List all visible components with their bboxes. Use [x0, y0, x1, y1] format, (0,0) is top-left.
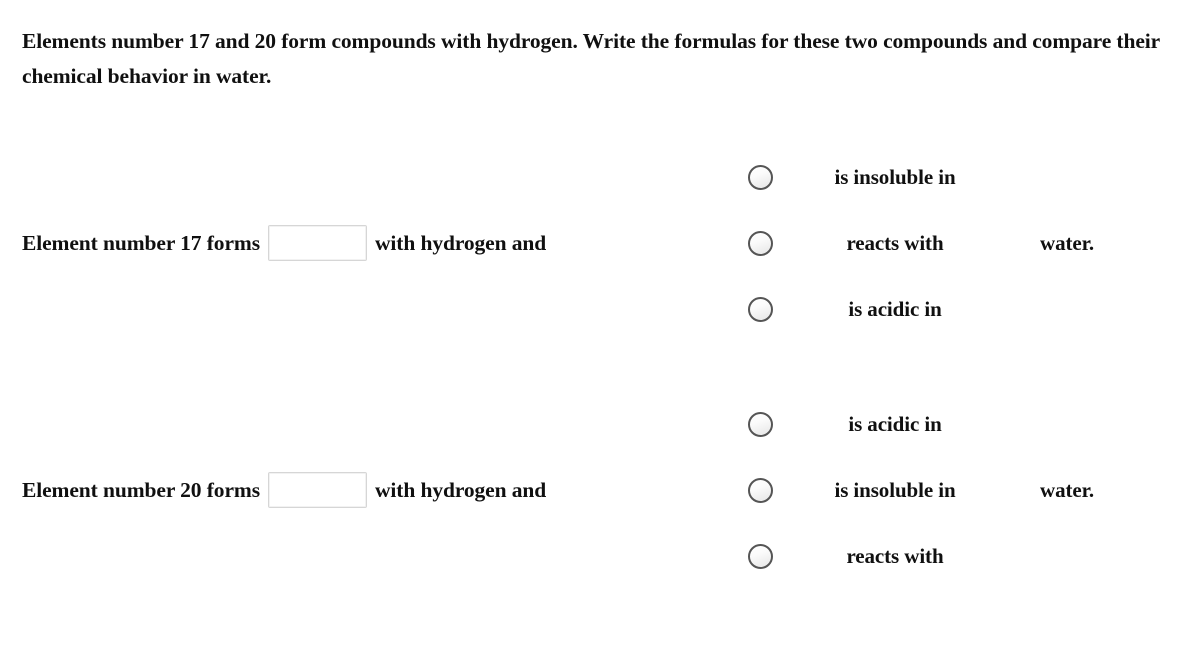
- formula-input-element-20[interactable]: [267, 472, 367, 508]
- option-row[interactable]: is insoluble in: [735, 469, 1035, 511]
- trailing-word: water.: [1040, 230, 1095, 255]
- radio-button-icon[interactable]: [748, 296, 773, 322]
- radio-button-icon[interactable]: [748, 230, 773, 256]
- radio-button-icon[interactable]: [748, 477, 773, 503]
- radio-button-icon[interactable]: [748, 411, 773, 437]
- question-prompt: Elements number 17 and 20 form compounds…: [22, 29, 1160, 89]
- option-row[interactable]: is acidic in: [735, 403, 1035, 445]
- radio-button-icon[interactable]: [748, 543, 773, 569]
- option-row[interactable]: reacts with: [735, 535, 1035, 577]
- option-label: is acidic in: [848, 296, 942, 321]
- option-label: is insoluble in: [834, 477, 956, 502]
- radio-button-icon[interactable]: [748, 164, 773, 190]
- option-row[interactable]: is acidic in: [735, 288, 1035, 330]
- option-label: reacts with: [846, 230, 944, 255]
- option-label: is acidic in: [848, 411, 942, 436]
- stem-prefix-text: Element number 17 forms: [22, 230, 260, 255]
- stem-suffix-text: with hydrogen and: [374, 230, 547, 255]
- option-label: is insoluble in: [834, 164, 956, 189]
- question-block-2: Element number 20 forms with hydrogen an…: [0, 395, 1200, 585]
- option-label: reacts with: [846, 543, 944, 568]
- stem-line: Element number 17 forms with hydrogen an…: [22, 222, 546, 264]
- option-row[interactable]: is insoluble in: [735, 156, 1035, 198]
- trailing-word: water.: [1040, 477, 1095, 502]
- option-row[interactable]: reacts with: [735, 222, 1035, 264]
- stem-line: Element number 20 forms with hydrogen an…: [22, 469, 546, 511]
- question-block-1: Element number 17 forms with hydrogen an…: [0, 148, 1200, 338]
- stem-suffix-text: with hydrogen and: [374, 477, 547, 502]
- stem-prefix-text: Element number 20 forms: [22, 477, 260, 502]
- formula-input-element-17[interactable]: [267, 225, 367, 261]
